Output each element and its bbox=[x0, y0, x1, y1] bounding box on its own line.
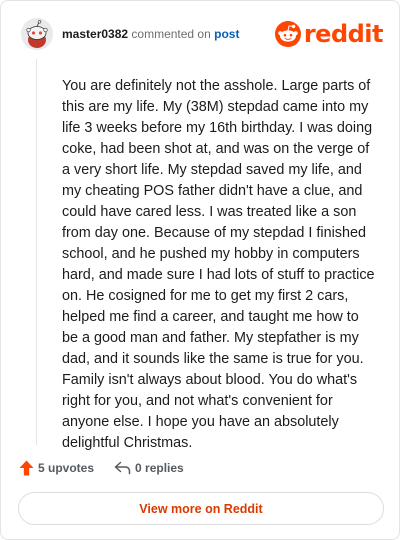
comment-actions: 5 upvotes 0 replies bbox=[19, 458, 184, 478]
upvote-count: 5 upvotes bbox=[38, 461, 95, 475]
comment-header: master0382 commented on post reddit bbox=[21, 18, 384, 52]
thread-line bbox=[36, 59, 37, 445]
reddit-wordmark: reddit bbox=[303, 20, 384, 48]
view-more-button[interactable]: View more on Reddit bbox=[18, 492, 384, 525]
reply-arrow-icon bbox=[114, 461, 131, 475]
comment-embed-card: master0382 commented on post reddit You … bbox=[0, 0, 400, 540]
replies-button[interactable]: 0 replies bbox=[114, 461, 184, 475]
username[interactable]: master0382 bbox=[62, 27, 128, 41]
snoo-avatar-icon bbox=[21, 18, 53, 50]
upvote-arrow-icon bbox=[19, 460, 34, 476]
action-text: commented on bbox=[131, 27, 211, 41]
reply-count: 0 replies bbox=[135, 461, 184, 475]
post-link[interactable]: post bbox=[214, 27, 239, 41]
comment-body: You are definitely not the asshole. Larg… bbox=[62, 78, 375, 451]
reddit-snoo-icon bbox=[274, 21, 301, 47]
reddit-logo[interactable]: reddit bbox=[274, 20, 384, 48]
upvote-button[interactable]: 5 upvotes bbox=[19, 460, 94, 476]
comment-meta: master0382 commented on post bbox=[62, 27, 239, 41]
avatar[interactable] bbox=[21, 18, 53, 50]
